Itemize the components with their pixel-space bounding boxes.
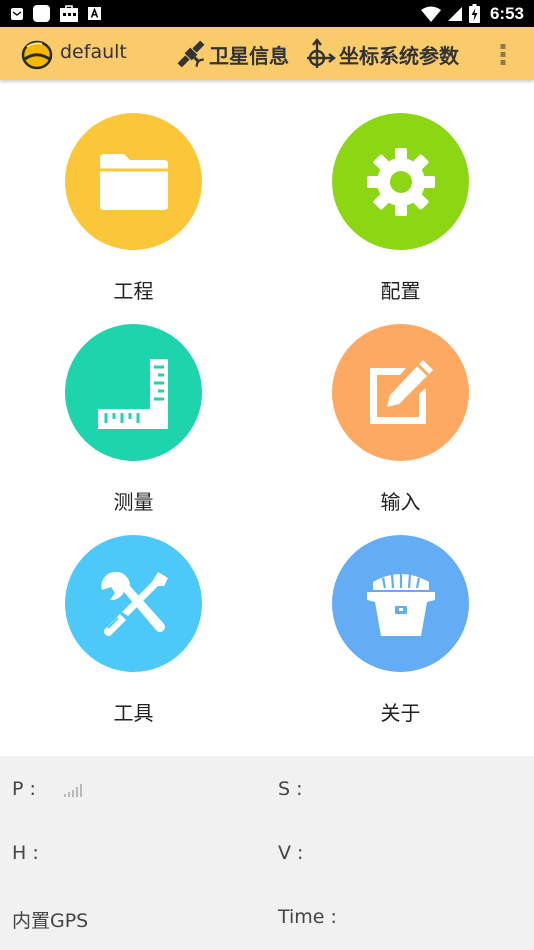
satellite-count-label: S : [278, 778, 303, 800]
font-a-icon [88, 7, 101, 20]
menu-settings[interactable]: 配置 [267, 80, 534, 303]
signal-strength-icon [64, 783, 82, 797]
gear-icon [366, 147, 435, 216]
vertical-precision-label: V : [278, 842, 304, 864]
clock: 6:53 [489, 3, 524, 23]
overflow-menu-icon[interactable] [492, 41, 514, 67]
system-status-bar: 6:53 [0, 0, 534, 27]
folder-icon [99, 153, 168, 210]
email-icon [11, 7, 23, 20]
menu-about-label: 关于 [380, 701, 421, 725]
menu-project-circle[interactable] [65, 113, 202, 250]
wifi-icon [420, 6, 441, 22]
project-name[interactable]: default [60, 41, 127, 63]
notification-icons [10, 3, 102, 24]
position-quality-label: P : [12, 778, 36, 800]
satellite-icon [177, 40, 205, 68]
ruler-icon [97, 358, 168, 429]
menu-tools-circle[interactable] [65, 535, 202, 672]
menu-settings-circle[interactable] [332, 113, 469, 250]
battery-charging-icon [468, 4, 480, 23]
gnss-receiver-icon [366, 572, 435, 636]
app-square-icon [33, 5, 50, 22]
menu-survey[interactable]: 测量 [0, 291, 267, 514]
no-signal-icon [447, 6, 462, 21]
tools-icon [100, 571, 168, 636]
menu-tools[interactable]: 工具 [0, 502, 267, 725]
horizontal-precision-label: H : [12, 842, 39, 864]
crosshair-axis-icon [307, 38, 336, 68]
menu-input[interactable]: 输入 [267, 291, 534, 514]
menu-about[interactable]: 关于 [267, 502, 534, 725]
store-icon [60, 5, 78, 22]
satellite-info-label: 卫星信息 [209, 43, 289, 68]
menu-about-circle[interactable] [332, 535, 469, 672]
gps-source-label: 内置GPS [12, 910, 89, 932]
menu-input-circle[interactable] [332, 324, 469, 461]
coordinate-system-label: 坐标系统参数 [339, 43, 459, 68]
satellite-info-button[interactable]: 卫星信息 [175, 36, 289, 72]
system-icons: 6:53 [420, 0, 524, 27]
menu-tools-label: 工具 [113, 701, 154, 725]
edit-icon [369, 359, 433, 424]
hard-hat-logo-icon [21, 40, 53, 70]
app-toolbar: default 卫星信息 坐标系统参数 [0, 27, 534, 80]
coordinate-system-button[interactable]: 坐标系统参数 [305, 36, 459, 72]
menu-survey-circle[interactable] [65, 324, 202, 461]
gps-time-label: Time : [278, 906, 337, 928]
menu-project[interactable]: 工程 [0, 80, 267, 303]
main-menu-grid: 工程 配置 测量 输入 工具 关于 [0, 80, 534, 756]
